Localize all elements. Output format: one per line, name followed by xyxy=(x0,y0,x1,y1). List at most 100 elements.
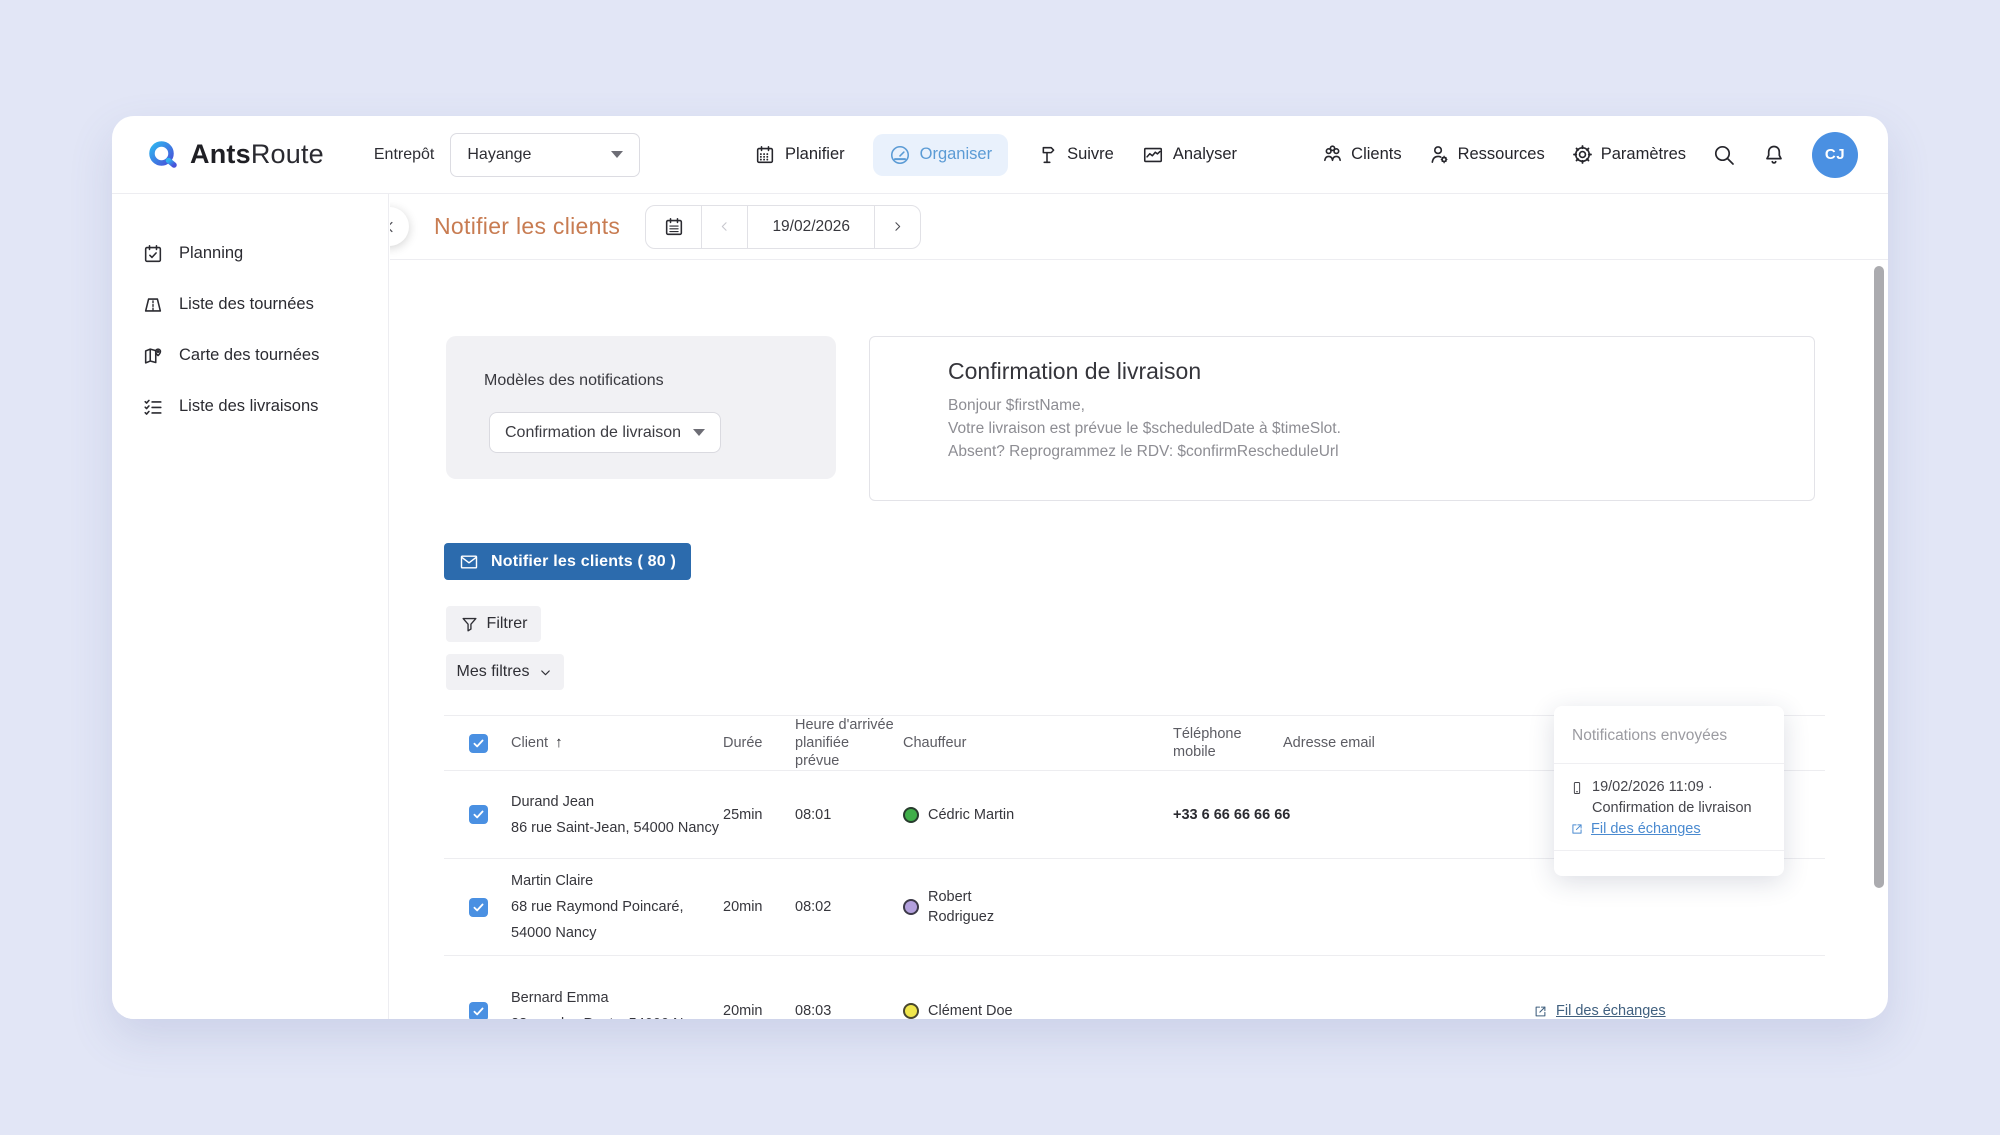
warehouse-select[interactable]: Hayange xyxy=(450,133,640,177)
select-all-checkbox[interactable] xyxy=(469,734,488,753)
popover-body: 19/02/2026 11:09 · Confirmation de livra… xyxy=(1554,764,1784,851)
sidebar-item-planning[interactable]: Planning xyxy=(112,228,388,279)
preview-line: Bonjour $firstName, xyxy=(948,394,1784,417)
client-cell: Martin Claire 68 rue Raymond Poincaré, 5… xyxy=(511,859,723,955)
avatar[interactable]: CJ xyxy=(1812,132,1858,178)
client-name: Bernard Emma xyxy=(511,990,723,1006)
driver-cell: Robert Rodriguez xyxy=(903,887,1173,927)
popover-footer xyxy=(1554,851,1784,876)
driver-status-dot xyxy=(903,807,919,823)
sidebar-item-carte-tournees[interactable]: Carte des tournées xyxy=(112,330,388,381)
driver-cell: Cédric Martin xyxy=(903,805,1173,825)
nav-planifier[interactable]: Planifier xyxy=(754,144,845,166)
prev-day-button[interactable] xyxy=(701,206,747,248)
date-value[interactable]: 19/02/2026 xyxy=(747,206,874,248)
chevron-down-icon xyxy=(538,665,553,680)
navbar: AntsRoute Entrepôt Hayange Planifier Org… xyxy=(112,116,1888,194)
logo-icon xyxy=(146,138,180,172)
driver-status-dot xyxy=(903,899,919,915)
my-filters-button[interactable]: Mes filtres xyxy=(446,654,564,690)
duration-cell: 20min xyxy=(723,1003,795,1019)
sidebar: Planning Liste des tournées Carte des to… xyxy=(112,194,389,1019)
row-checkbox[interactable] xyxy=(469,805,488,824)
eta-cell: 08:03 xyxy=(795,1003,903,1019)
nav-suivre[interactable]: Suivre xyxy=(1036,144,1114,166)
notification-datetime: 19/02/2026 11:09 · xyxy=(1592,777,1752,798)
chevron-down-icon xyxy=(611,151,623,158)
client-address: 86 rue Saint-Jean, 54000 Nancy xyxy=(511,820,723,836)
navbar-right: Clients Ressources Paramètres CJ xyxy=(1321,132,1858,178)
envelope-icon xyxy=(459,552,479,572)
main-nav: Planifier Organiser Suivre Analyser xyxy=(754,134,1237,176)
calendar-icon xyxy=(754,144,776,166)
table-row: Bernard Emma 28 rue des Ponts, 54000 Nan… xyxy=(444,956,1825,1019)
popover-title: Notifications envoyées xyxy=(1554,706,1784,764)
col-heure: Heure d'arrivée planifiée prévue xyxy=(795,716,903,770)
brand-name: AntsRoute xyxy=(190,139,324,170)
sort-asc-icon: ↑ xyxy=(555,734,563,752)
client-cell: Durand Jean 86 rue Saint-Jean, 54000 Nan… xyxy=(511,780,723,850)
nav-ressources[interactable]: Ressources xyxy=(1428,143,1545,166)
nav-clients[interactable]: Clients xyxy=(1321,143,1401,166)
back-button[interactable] xyxy=(390,207,409,246)
external-link-icon xyxy=(1533,1004,1548,1019)
next-day-button[interactable] xyxy=(874,206,920,248)
warehouse-label: Entrepôt xyxy=(374,146,434,164)
checklist-icon xyxy=(142,396,164,418)
gear-icon xyxy=(1571,143,1594,166)
message-preview-card: Confirmation de livraison Bonjour $first… xyxy=(869,336,1815,501)
notification-entry: 19/02/2026 11:09 · Confirmation de livra… xyxy=(1570,777,1774,819)
people-icon xyxy=(1321,143,1344,166)
scrollbar[interactable] xyxy=(1874,266,1884,888)
notifications-popover: Notifications envoyées 19/02/2026 11:09 … xyxy=(1554,706,1784,876)
template-select[interactable]: Confirmation de livraison xyxy=(489,412,721,453)
logo[interactable]: AntsRoute xyxy=(146,138,324,172)
col-client[interactable]: Client↑ xyxy=(511,734,723,752)
col-email: Adresse email xyxy=(1283,734,1533,752)
row-checkbox[interactable] xyxy=(469,1002,488,1020)
thread-link[interactable]: Fil des échanges xyxy=(1570,821,1774,837)
row-checkbox[interactable] xyxy=(469,898,488,917)
preview-title: Confirmation de livraison xyxy=(948,358,1784,385)
signpost-icon xyxy=(1036,144,1058,166)
driver-cell: Clément Doe xyxy=(903,1001,1173,1019)
duration-cell: 20min xyxy=(723,899,795,915)
calendar-check-icon xyxy=(142,243,164,265)
nav-parametres[interactable]: Paramètres xyxy=(1571,143,1686,166)
content-area: Notifier les clients 19/02/2026 Modèles … xyxy=(390,194,1888,1019)
notification-template-panel: Modèles des notifications Confirmation d… xyxy=(446,336,836,479)
nav-organiser[interactable]: Organiser xyxy=(873,134,1008,176)
col-telephone: Téléphone mobile xyxy=(1173,725,1283,761)
mobile-phone-icon xyxy=(1570,777,1584,819)
client-name: Durand Jean xyxy=(511,794,723,810)
driver-status-dot xyxy=(903,1003,919,1019)
page-header: Notifier les clients 19/02/2026 xyxy=(390,194,1888,260)
search-icon[interactable] xyxy=(1712,143,1736,167)
sidebar-item-liste-livraisons[interactable]: Liste des livraisons xyxy=(112,381,388,432)
date-control: 19/02/2026 xyxy=(645,205,921,249)
chevron-down-icon xyxy=(693,429,705,436)
template-label: Modèles des notifications xyxy=(484,372,836,390)
client-cell: Bernard Emma 28 rue des Ponts, 54000 Nan… xyxy=(511,976,723,1019)
nav-analyser[interactable]: Analyser xyxy=(1142,144,1237,166)
map-pin-icon xyxy=(142,345,164,367)
calendar-picker-button[interactable] xyxy=(646,206,701,248)
filter-button[interactable]: Filtrer xyxy=(446,606,541,642)
eta-cell: 08:01 xyxy=(795,807,903,823)
preview-line: Absent? Reprogrammez le RDV: $confirmRes… xyxy=(948,440,1784,463)
road-icon xyxy=(142,294,164,316)
preview-line: Votre livraison est prévue le $scheduled… xyxy=(948,417,1784,440)
col-duree: Durée xyxy=(723,734,795,752)
gauge-icon xyxy=(889,144,911,166)
thread-link[interactable]: Fil des échanges xyxy=(1533,1003,1825,1019)
person-gear-icon xyxy=(1428,143,1451,166)
sidebar-item-liste-tournees[interactable]: Liste des tournées xyxy=(112,279,388,330)
app-window: AntsRoute Entrepôt Hayange Planifier Org… xyxy=(112,116,1888,1019)
duration-cell: 25min xyxy=(723,807,795,823)
external-link-icon xyxy=(1570,822,1584,836)
notify-clients-button[interactable]: Notifier les clients ( 80 ) xyxy=(444,543,691,580)
bell-icon[interactable] xyxy=(1762,143,1786,167)
col-chauffeur: Chauffeur xyxy=(903,734,1173,752)
client-address: 28 rue des Ponts, 54000 Nancy xyxy=(511,1016,723,1019)
page-title: Notifier les clients xyxy=(434,213,620,240)
